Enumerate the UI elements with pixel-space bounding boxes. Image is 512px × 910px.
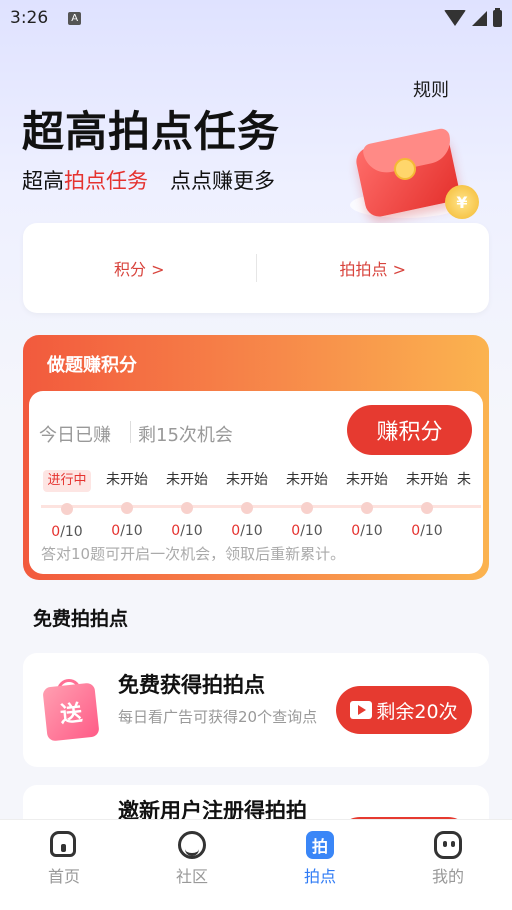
step-label: 未开始 xyxy=(226,472,268,488)
step-label: 未开始 xyxy=(346,472,388,488)
step-label: 未 xyxy=(457,472,471,488)
quiz-card: 做题赚积分 今日已赚 剩15次机会 赚积分 进行中 0/10 未开始 0/10 … xyxy=(23,335,489,580)
step-label: 进行中 xyxy=(43,470,91,492)
paipai-points-link[interactable]: 拍拍点 > xyxy=(257,256,490,280)
task-description: 每日看广告可获得20个查询点 xyxy=(118,708,318,726)
step-count: 0/10 xyxy=(171,523,203,539)
progress-step: 未 xyxy=(457,469,477,491)
step-label: 未开始 xyxy=(106,472,148,488)
wifi-icon xyxy=(444,10,466,26)
community-icon xyxy=(178,831,206,859)
step-count: 0/10 xyxy=(51,524,83,540)
step-dot xyxy=(121,502,133,514)
step-dot xyxy=(181,502,193,514)
points-link[interactable]: 积分 > xyxy=(23,256,256,280)
points-card: 积分 > 拍拍点 > xyxy=(23,223,489,313)
home-icon xyxy=(50,831,76,857)
step-count: 0/10 xyxy=(291,523,323,539)
nav-label: 我的 xyxy=(431,867,464,886)
nav-label: 首页 xyxy=(47,867,80,886)
progress-steps: 进行中 0/10 未开始 0/10 未开始 0/10 未开始 0/10 未开始 xyxy=(37,469,477,549)
nav-label: 社区 xyxy=(175,867,208,886)
earn-points-button[interactable]: 赚积分 xyxy=(347,405,472,455)
chances-remaining: 剩15次机会 xyxy=(138,425,233,446)
bottom-nav: 首页 社区 拍 拍点 我的 xyxy=(0,819,512,910)
step-label: 未开始 xyxy=(406,472,448,488)
nav-item-home[interactable]: 首页 xyxy=(0,820,128,910)
step-count: 0/10 xyxy=(231,523,263,539)
task-title: 免费获得拍拍点 xyxy=(118,673,265,697)
coin-icon: ¥ xyxy=(445,185,479,219)
quiz-panel: 今日已赚 剩15次机会 赚积分 进行中 0/10 未开始 0/10 未开始 0/… xyxy=(29,391,483,574)
red-packet-illustration: ¥ xyxy=(350,127,490,225)
progress-step: 未开始 0/10 xyxy=(97,469,157,539)
battery-icon xyxy=(493,7,502,27)
page-headline: 超高拍点任务 xyxy=(22,107,281,156)
quiz-note: 答对10题可开启一次机会，领取后重新累计。 xyxy=(41,545,346,563)
paidian-icon: 拍 xyxy=(306,831,334,859)
today-earned-label: 今日已赚 xyxy=(39,425,111,446)
page-subtitle: 超高 拍点任务 点点赚更多 xyxy=(22,165,275,195)
gift-bag-icon: 送 xyxy=(42,679,105,743)
notification-a-icon: A xyxy=(68,11,82,25)
subtitle-prefix: 超高 xyxy=(22,169,64,193)
step-dot xyxy=(61,503,73,515)
task-card-ad: 送 免费获得拍拍点 每日看广告可获得20个查询点 剩余20次 xyxy=(23,653,489,767)
progress-step: 未开始 0/10 xyxy=(217,469,277,539)
nav-item-profile[interactable]: 我的 xyxy=(384,820,512,910)
watch-ad-button[interactable]: 剩余20次 xyxy=(336,686,472,734)
watch-ad-label: 剩余20次 xyxy=(376,700,458,723)
section-title: 免费拍拍点 xyxy=(33,608,129,630)
rules-link[interactable]: 规则 xyxy=(413,76,449,102)
step-dot xyxy=(301,502,313,514)
nav-item-community[interactable]: 社区 xyxy=(128,820,256,910)
signal-icon xyxy=(472,10,487,26)
step-dot xyxy=(421,502,433,514)
nav-item-paidian[interactable]: 拍 拍点 xyxy=(256,820,384,910)
profile-icon xyxy=(434,831,462,859)
status-bar: 3:26 A xyxy=(0,0,512,36)
step-count: 0/10 xyxy=(351,523,383,539)
step-label: 未开始 xyxy=(286,472,328,488)
progress-step: 未开始 0/10 xyxy=(397,469,457,539)
quiz-title: 做题赚积分 xyxy=(47,355,137,376)
step-count: 0/10 xyxy=(111,523,143,539)
progress-step: 未开始 0/10 xyxy=(277,469,337,539)
divider xyxy=(130,421,131,443)
subtitle-highlight: 拍点任务 xyxy=(64,169,148,193)
video-play-icon xyxy=(350,701,373,719)
step-dot xyxy=(241,502,253,514)
step-label: 未开始 xyxy=(166,472,208,488)
nav-label: 拍点 xyxy=(303,867,336,886)
step-dot xyxy=(361,502,373,514)
progress-step: 未开始 0/10 xyxy=(337,469,397,539)
subtitle-tail: 点点赚更多 xyxy=(170,169,275,193)
progress-step: 进行中 0/10 xyxy=(37,469,97,540)
progress-step: 未开始 0/10 xyxy=(157,469,217,539)
step-count: 0/10 xyxy=(411,523,443,539)
status-time: 3:26 xyxy=(10,8,49,28)
